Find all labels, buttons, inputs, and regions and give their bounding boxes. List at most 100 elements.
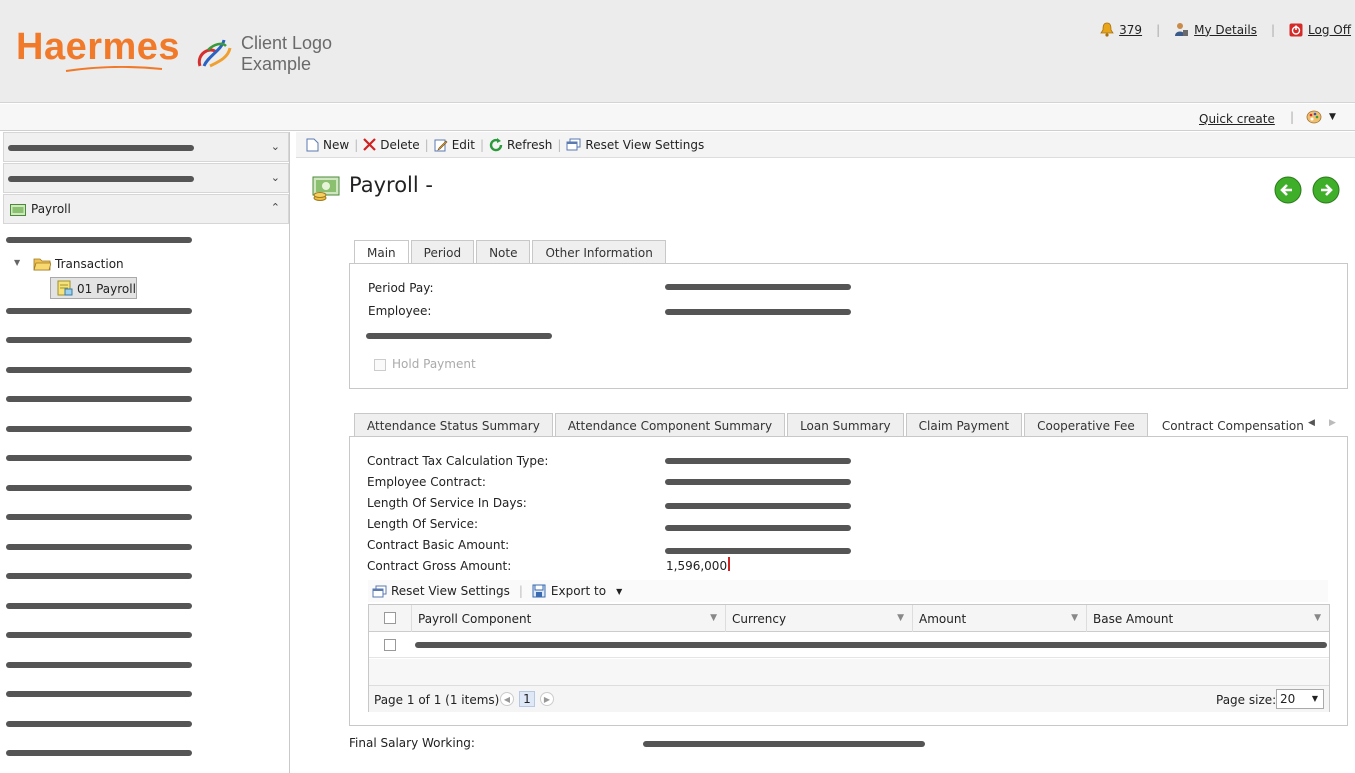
chevron-down-icon: ▼ (616, 586, 623, 596)
redacted-menu-item[interactable] (6, 514, 192, 520)
sidebar-panel-1[interactable]: ⌄ (3, 132, 289, 162)
contract-gross-amount-label: Contract Gross Amount: (367, 559, 512, 573)
redacted-menu-item[interactable] (6, 544, 192, 550)
redacted-menu-item[interactable] (6, 662, 192, 668)
tree-expand-icon[interactable]: ▼ (14, 258, 20, 267)
palette-icon[interactable] (1306, 110, 1322, 124)
filter-icon[interactable]: ▼ (897, 613, 904, 623)
sub-header-bar: Quick create | ▼ (0, 104, 1355, 131)
new-label: New (323, 137, 350, 152)
basic-amount-value-redacted (665, 548, 851, 554)
separator: | (1270, 22, 1276, 37)
tab-period[interactable]: Period (410, 240, 475, 264)
tab-cooperative-fee[interactable]: Cooperative Fee (1024, 413, 1148, 437)
tab-scroll-left-icon[interactable]: ◀ (1308, 418, 1315, 428)
column-label: Payroll Component (418, 611, 532, 626)
redacted-menu-item[interactable] (6, 485, 192, 491)
tab-attendance-component-summary[interactable]: Attendance Component Summary (554, 413, 786, 437)
grid-reset-view-settings-button[interactable]: Reset View Settings (368, 584, 514, 598)
column-header-base-amount[interactable]: Base Amount ▼ (1086, 605, 1329, 632)
redacted-menu-item[interactable] (6, 455, 192, 461)
tab-other-information[interactable]: Other Information (532, 240, 666, 264)
redacted-menu-item[interactable] (6, 721, 192, 727)
grid-empty-row (369, 659, 1329, 685)
new-button[interactable]: New (302, 138, 353, 152)
hold-payment-checkbox[interactable] (374, 359, 386, 371)
select-all-column (369, 605, 411, 632)
redacted-menu-item[interactable] (6, 603, 192, 609)
payroll-page-icon (312, 176, 340, 201)
table-row[interactable] (369, 632, 1329, 658)
pager-prev-icon[interactable]: ◀ (500, 692, 514, 706)
filter-icon[interactable]: ▼ (1314, 613, 1321, 623)
contract-basic-amount-label: Contract Basic Amount: (367, 538, 510, 552)
redacted-menu-item[interactable] (6, 308, 192, 314)
contract-compensation-panel: Contract Tax Calculation Type: Employee … (349, 436, 1348, 726)
filter-icon[interactable]: ▼ (1071, 613, 1078, 623)
redacted-menu-item[interactable] (6, 691, 192, 697)
main-tab-panel: Period Pay: Employee: Hold Payment (349, 263, 1348, 389)
contract-gross-amount-value: 1,596,000 (666, 559, 728, 573)
next-record-icon[interactable] (1312, 176, 1340, 204)
text-cursor-marker (728, 557, 730, 571)
employee-contract-label: Employee Contract: (367, 475, 486, 489)
reset-view-settings-button[interactable]: Reset View Settings (562, 138, 708, 152)
column-header-currency[interactable]: Currency ▼ (725, 605, 912, 632)
redacted-menu-item[interactable] (6, 632, 192, 638)
column-header-payroll-component[interactable]: Payroll Component ▼ (411, 605, 725, 632)
notifications-link[interactable]: 379 (1100, 22, 1142, 37)
row-checkbox[interactable] (384, 639, 396, 651)
quick-create-link[interactable]: Quick create (1199, 112, 1275, 126)
delete-x-icon (363, 138, 377, 151)
tab-contract-compensation[interactable]: Contract Compensation (1149, 413, 1316, 438)
notifications-count: 379 (1119, 22, 1143, 37)
tree-item-01-payroll[interactable]: 01 Payroll (50, 277, 137, 299)
redacted-menu-item[interactable] (6, 367, 192, 373)
column-header-amount[interactable]: Amount ▼ (912, 605, 1086, 632)
employee-label: Employee: (368, 304, 432, 318)
period-pay-value-redacted[interactable] (665, 284, 851, 290)
edit-button[interactable]: Edit (430, 138, 479, 152)
refresh-icon (489, 137, 503, 151)
my-details-link[interactable]: My Details (1174, 22, 1257, 37)
select-all-checkbox[interactable] (384, 612, 396, 624)
redacted-menu-item[interactable] (6, 750, 192, 756)
pager-next-icon[interactable]: ▶ (540, 692, 554, 706)
page-title: Payroll - (349, 173, 433, 197)
redacted-text (8, 176, 194, 182)
refresh-button[interactable]: Refresh (485, 137, 556, 152)
tab-main[interactable]: Main (354, 240, 409, 265)
filter-icon[interactable]: ▼ (710, 613, 717, 623)
tab-attendance-status-summary[interactable]: Attendance Status Summary (354, 413, 553, 437)
pager-page-button[interactable]: 1 (519, 691, 535, 707)
log-off-label: Log Off (1308, 22, 1351, 37)
tab-loan-summary[interactable]: Loan Summary (787, 413, 904, 437)
redacted-menu-item[interactable] (6, 337, 192, 343)
redacted-menu-item[interactable] (6, 396, 192, 402)
separator: | (518, 584, 523, 598)
page-size-select[interactable]: 20 ▼ (1276, 689, 1324, 709)
redacted-text (8, 145, 194, 151)
employee-value-redacted[interactable] (665, 309, 851, 315)
log-off-link[interactable]: Log Off (1289, 23, 1351, 37)
haermes-logo: Haermes (16, 26, 181, 68)
previous-record-icon[interactable] (1274, 176, 1302, 204)
logo-swoosh-icon (65, 66, 163, 72)
redacted-row-data (415, 642, 1327, 648)
tab-scroll-right-icon[interactable]: ▶ (1329, 418, 1336, 428)
export-to-button[interactable]: Export to ▼ (528, 584, 626, 598)
redacted-menu-item[interactable] (6, 426, 192, 432)
export-icon (532, 584, 546, 598)
tree-folder-transaction[interactable]: Transaction (55, 257, 124, 271)
tab-claim-payment[interactable]: Claim Payment (905, 413, 1023, 437)
delete-button[interactable]: Delete (359, 138, 423, 152)
main-tabstrip: Main Period Note Other Information (354, 239, 668, 265)
redacted-menu-item[interactable] (6, 573, 192, 579)
sidebar-panel-2[interactable]: ⌄ (3, 163, 289, 193)
chevron-down-icon[interactable]: ▼ (1329, 112, 1336, 122)
reset-view-icon (372, 585, 387, 597)
column-label: Base Amount (1093, 611, 1174, 626)
separator: | (424, 137, 429, 152)
tab-note[interactable]: Note (476, 240, 531, 264)
final-salary-value-redacted (643, 741, 925, 747)
